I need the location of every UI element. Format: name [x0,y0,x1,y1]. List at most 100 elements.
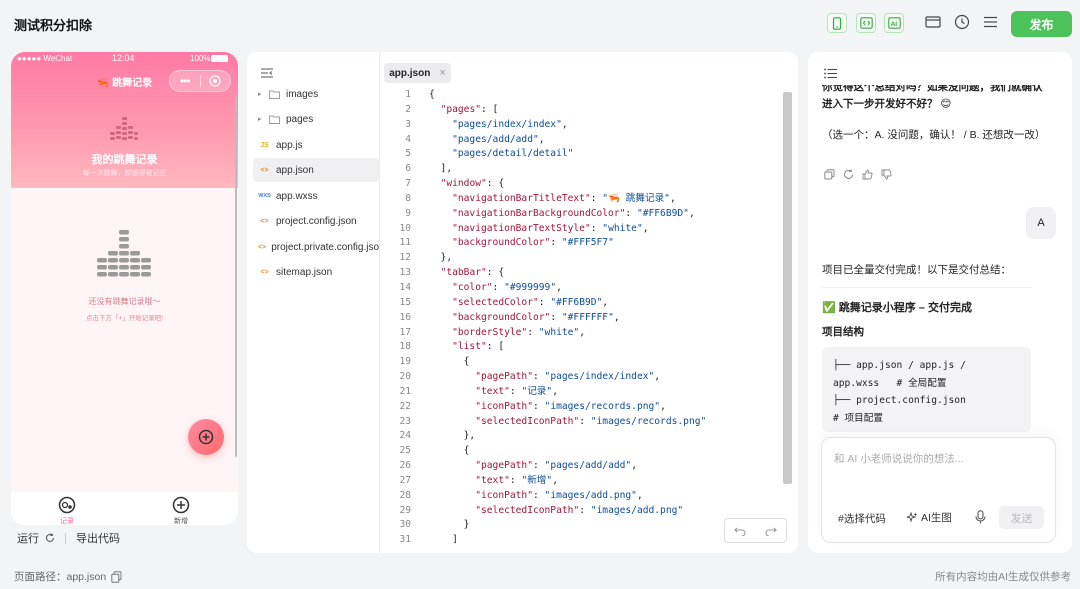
plus-circle-icon [198,429,214,445]
file-tree-item[interactable]: ▸ images [253,82,379,106]
file-tree-item[interactable]: JS app.js [253,133,379,157]
microphone-icon[interactable] [975,510,986,524]
chat-list-icon[interactable] [824,68,837,79]
simulator-scrollbar[interactable] [235,95,237,457]
svg-text:AI: AI [890,21,897,28]
ai-image-label: AI生图 [921,512,952,524]
file-tree-item[interactable]: <> app.json [253,158,379,182]
ai-disclaimer: 所有内容均由AI生成仅供参考 [935,571,1071,583]
code-line: 11 "backgroundColor": "#FFF5F7" [380,236,798,251]
redo-icon[interactable] [765,526,777,536]
line-number: 12 [399,252,411,264]
code-content[interactable]: 1{2 "pages": [3 "pages/index/index", 4 "p… [380,88,798,553]
delivery-intro: 项目已全量交付完成！以下是交付总结： [822,264,1011,276]
close-mini-icon[interactable] [201,75,231,87]
capsule-menu[interactable]: ••• [169,70,231,92]
code-line: 1{ [380,88,798,103]
code-line: 20 "pagePath": "pages/index/index", [380,370,798,385]
window-icon[interactable] [925,15,941,29]
code-line: 19 { [380,355,798,370]
sparkle-icon [907,512,918,523]
assistant-message-question-text: 你觉得这个总结对吗？如果没问题，我们就确认进入下一步开发好不好？ 😊 [822,85,1043,109]
code-scrollbar[interactable] [783,92,792,484]
send-button[interactable]: 发送 [999,506,1044,529]
tab-add[interactable]: 新增 [151,496,211,525]
run-button[interactable]: 运行 [17,530,39,546]
message-actions [824,169,892,180]
line-number: 13 [399,267,411,279]
code-line: 21 "text": "记录", [380,385,798,400]
run-divider [65,532,66,544]
line-number: 8 [405,192,411,204]
code-line: 23 "selectedIconPath": "images/records.p… [380,415,798,430]
code-line: 15 "selectedColor": "#FF6B9D", [380,296,798,311]
code-line: 7 "window": { [380,177,798,192]
json-file-icon: <> [260,166,269,174]
ai-chat-panel: 你觉得这个总结对吗？如果没问题，我们就确认进入下一步开发好不好？ 😊 （选一个：… [808,52,1072,553]
code-line: 14 "color": "#999999", [380,281,798,296]
records-tab-icon [58,496,76,514]
select-code-button[interactable]: #选择代码 [838,511,886,526]
file-tree-item[interactable]: <> project.private.config.json [253,235,379,259]
file-name: pages [286,113,314,125]
copy-icon[interactable] [824,169,835,180]
chat-input-placeholder[interactable]: 和 AI 小老师说说你的想法... [834,451,964,466]
code-view-icon[interactable] [856,13,876,33]
hero-subtitle: 每一次跳舞，都值得被记住 [82,170,167,177]
chat-input-box[interactable]: 和 AI 小老师说说你的想法... #选择代码 AI生图 发送 [821,437,1056,543]
line-number: 2 [405,103,411,115]
code-line: 24 }, [380,429,798,444]
caret-right-icon[interactable]: ▸ [258,90,268,98]
file-tree-item[interactable]: WXS app.wxss [253,184,379,208]
line-number: 6 [405,163,411,175]
history-icon[interactable] [954,14,970,30]
collapse-sidebar-icon[interactable] [261,68,273,78]
code-line: 25 { [380,444,798,459]
code-line: 28 "iconPath": "images/add.png", [380,489,798,504]
menu-icon[interactable] [984,16,997,28]
line-number: 10 [399,222,411,234]
line-number: 19 [399,356,411,368]
add-record-fab[interactable] [188,419,224,455]
line-number: 4 [405,133,411,145]
tab-app-json[interactable]: app.json × [384,63,451,83]
ai-view-icon[interactable]: AI [884,13,904,33]
tab-records[interactable]: 记录 [37,496,97,525]
status-battery: 100% [190,54,211,63]
wxss-file-icon: WXS [258,193,271,199]
line-number: 27 [399,474,411,486]
code-line: 12 }, [380,251,798,266]
top-bar: 测试积分扣除 AI 发布 [0,0,1080,46]
code-line: 6 ], [380,162,798,177]
json-file-icon: <> [260,268,269,276]
file-name: sitemap.json [276,266,333,278]
refresh-icon[interactable] [45,533,55,543]
thumbs-up-icon[interactable] [862,169,873,180]
thumbs-down-icon[interactable] [881,169,892,180]
empty-state-hint: 点击下方「+」开始记录吧! [85,315,164,322]
code-line: 9 "navigationBarBackgroundColor": "#FF6B… [380,207,798,222]
file-tree-item[interactable]: ▸ pages [253,107,379,131]
export-code-button[interactable]: 导出代码 [76,530,120,546]
json-file-icon: <> [258,243,267,251]
empty-state-icon [97,230,151,282]
file-name: images [286,88,319,100]
line-number: 9 [405,207,411,219]
assistant-message-options: （选一个：A. 没问题，确认！ / B. 还想改一改） [822,129,1046,141]
user-message-bubble: A [1026,207,1056,239]
file-tree-item[interactable]: <> project.config.json [253,209,379,233]
undo-icon[interactable] [734,526,746,536]
file-tree-item[interactable]: <> sitemap.json [253,260,379,284]
ai-image-button[interactable]: AI生图 [907,510,952,525]
more-dots-icon[interactable]: ••• [170,75,200,87]
close-tab-icon[interactable]: × [439,67,445,79]
copy-path-icon[interactable] [111,570,122,583]
phone-simulator: ●●●●● WeChat 12:04 100% 🦐 跳舞记录 ••• 我的跳舞记… [11,52,238,525]
phone-preview-icon[interactable] [827,13,847,33]
code-line: 3 "pages/index/index", [380,118,798,133]
code-line: 10 "navigationBarTextStyle": "white", [380,222,798,237]
caret-right-icon[interactable]: ▸ [258,115,268,123]
line-number: 29 [399,504,411,516]
publish-button[interactable]: 发布 [1011,11,1072,37]
regenerate-icon[interactable] [843,169,854,180]
